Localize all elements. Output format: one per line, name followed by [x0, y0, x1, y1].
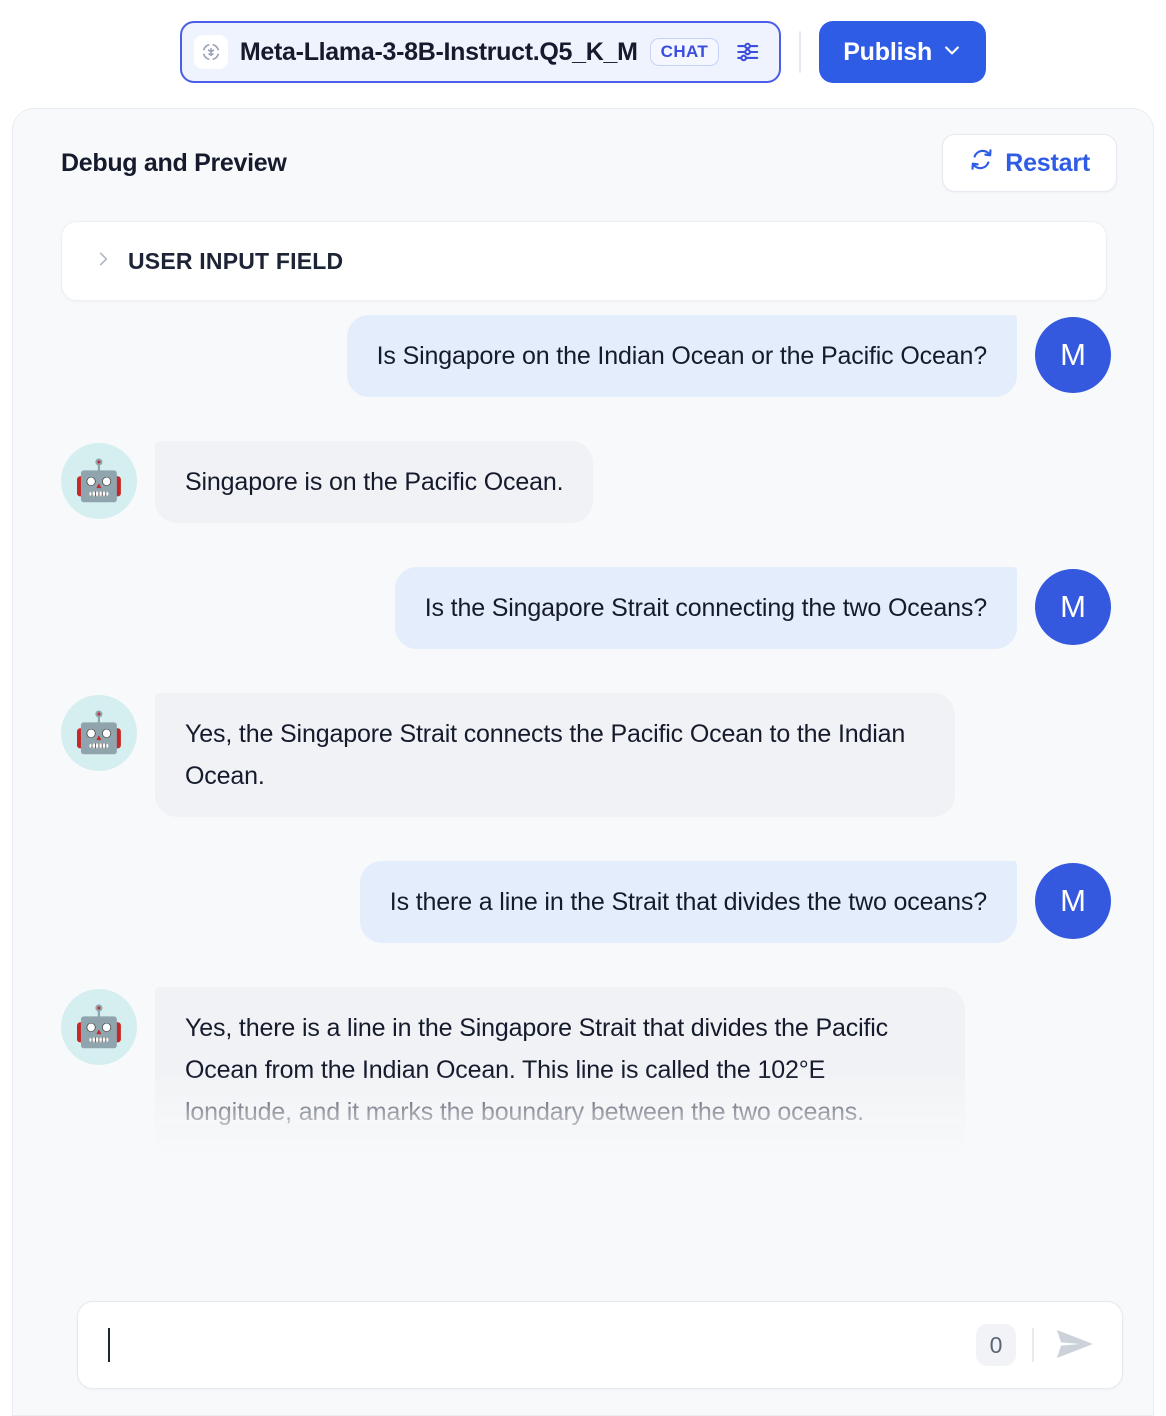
chat-input[interactable] [110, 1302, 976, 1388]
chat-message-bot: 🤖 Singapore is on the Pacific Ocean. [61, 441, 1111, 523]
message-bubble: Yes, the Singapore Strait connects the P… [155, 693, 955, 817]
message-bubble: Singapore is on the Pacific Ocean. [155, 441, 594, 523]
chat-message-user: Is the Singapore Strait connecting the t… [61, 567, 1111, 649]
composer-actions: 0 [976, 1322, 1100, 1368]
publish-button[interactable]: Publish [819, 21, 987, 83]
user-input-field-section[interactable]: USER INPUT FIELD [61, 221, 1107, 301]
top-bar: Meta-Llama-3-8B-Instruct.Q5_K_M CHAT Pub [0, 0, 1166, 104]
message-bubble: Is Singapore on the Indian Ocean or the … [346, 315, 1017, 397]
sliders-icon[interactable] [731, 35, 765, 69]
chat-message-bot: 🤖 Yes, there is a line in the Singapore … [61, 987, 1111, 1153]
composer-divider [1032, 1328, 1034, 1362]
chevron-right-icon [94, 250, 112, 273]
top-bar-inner: Meta-Llama-3-8B-Instruct.Q5_K_M CHAT Pub [179, 21, 987, 83]
user-input-field-label: USER INPUT FIELD [128, 247, 344, 274]
publish-button-label: Publish [843, 37, 933, 66]
chevron-down-icon [942, 38, 962, 67]
character-count-badge: 0 [976, 1324, 1016, 1366]
avatar-user: M [1035, 863, 1111, 939]
message-bubble: Is there a line in the Strait that divid… [359, 861, 1017, 943]
send-button[interactable] [1050, 1322, 1100, 1368]
chat-message-user: Is Singapore on the Indian Ocean or the … [61, 315, 1111, 397]
panel-header: Debug and Preview Restart [13, 109, 1153, 217]
refresh-icon [969, 147, 994, 179]
3d-object-icon [193, 35, 228, 69]
avatar-bot: 🤖 [61, 989, 137, 1065]
mode-badge: CHAT [649, 38, 720, 66]
toolbar-divider [799, 31, 802, 73]
model-selector[interactable]: Meta-Llama-3-8B-Instruct.Q5_K_M CHAT [179, 21, 782, 83]
debug-preview-panel: Debug and Preview Restart USER INPUT FIE… [12, 108, 1154, 1416]
model-name-label: Meta-Llama-3-8B-Instruct.Q5_K_M [239, 37, 638, 66]
avatar-bot: 🤖 [61, 443, 137, 519]
avatar-user: M [1035, 569, 1111, 645]
composer-area: 0 [25, 1279, 1153, 1415]
avatar-user: M [1035, 317, 1111, 393]
message-bubble: Yes, there is a line in the Singapore St… [155, 987, 965, 1153]
chat-message-list[interactable]: Is Singapore on the Indian Ocean or the … [13, 315, 1153, 1415]
send-icon [1055, 1327, 1095, 1364]
avatar-bot: 🤖 [61, 695, 137, 771]
chat-message-bot: 🤖 Yes, the Singapore Strait connects the… [61, 693, 1111, 817]
chat-message-user: Is there a line in the Strait that divid… [61, 861, 1111, 943]
restart-button[interactable]: Restart [942, 134, 1117, 192]
message-bubble: Is the Singapore Strait connecting the t… [394, 567, 1017, 649]
restart-button-label: Restart [1005, 148, 1090, 177]
composer[interactable]: 0 [77, 1301, 1123, 1389]
page-title: Debug and Preview [61, 148, 287, 177]
